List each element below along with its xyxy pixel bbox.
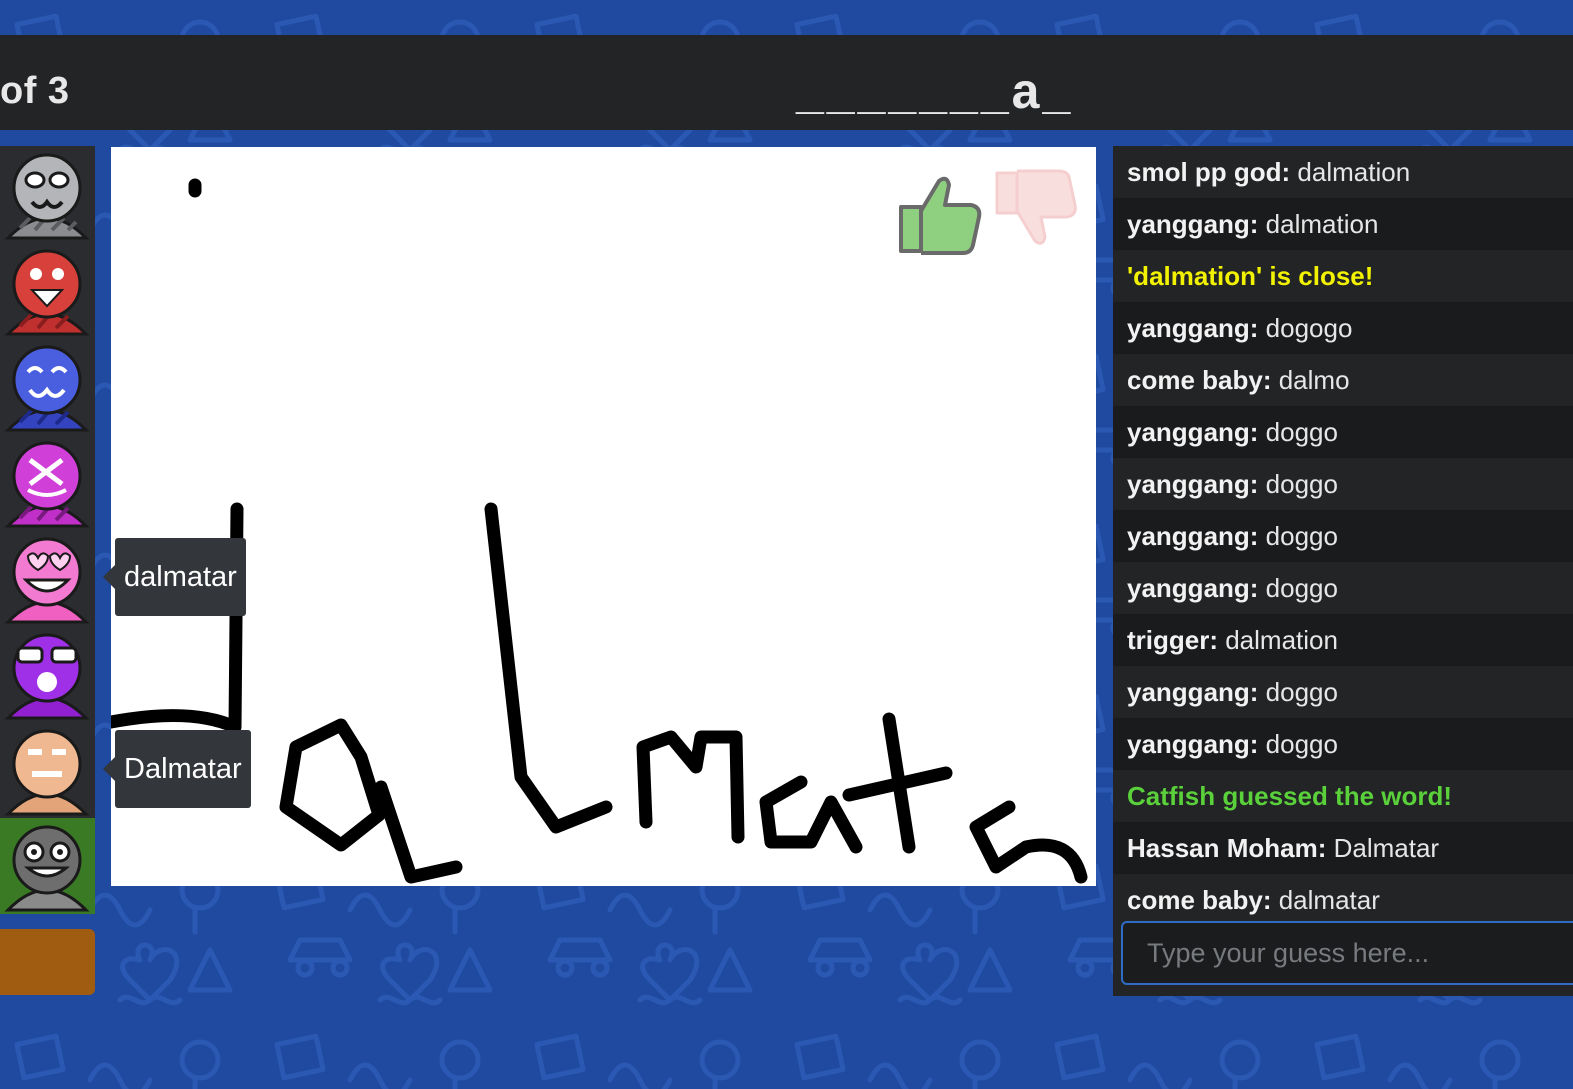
chat-message: yanggang: doggo: [1113, 562, 1573, 614]
player-5[interactable]: [0, 530, 95, 626]
chat-text: dalmo: [1271, 365, 1350, 395]
chat-author: smol pp god:: [1127, 157, 1291, 187]
chat-author: yanggang:: [1127, 729, 1259, 759]
chat-message: trigger: dalmation: [1113, 614, 1573, 666]
red-tongue-avatar-icon: [4, 249, 90, 336]
chat-message: come baby: dalmatar: [1113, 874, 1573, 926]
chat-author: trigger:: [1127, 625, 1218, 655]
chat-text: 'dalmation' is close!: [1127, 261, 1374, 291]
chat-text: Catfish guessed the word!: [1127, 781, 1453, 811]
chat-author: yanggang:: [1127, 209, 1259, 239]
chat-message: yanggang: doggo: [1113, 666, 1573, 718]
chat-text: dalmation: [1290, 157, 1411, 187]
chat-text: dogogo: [1258, 313, 1353, 343]
chat-text: doggo: [1258, 417, 1338, 447]
player-list: [0, 146, 95, 914]
chat-message: Catfish guessed the word!: [1113, 770, 1573, 822]
player-6[interactable]: [0, 626, 95, 722]
player-8[interactable]: [0, 818, 95, 914]
chat-panel: smol pp god: dalmation yanggang: dalmatio…: [1113, 146, 1573, 996]
chat-message: smol pp god: dalmation: [1113, 146, 1573, 198]
chat-author: come baby:: [1127, 365, 1272, 395]
chat-author: yanggang:: [1127, 417, 1259, 447]
stroke-m: [636, 730, 745, 844]
chat-message: yanggang: dogogo: [1113, 302, 1573, 354]
stroke-l: [484, 502, 613, 834]
stroke-a1: [279, 718, 463, 884]
chat-message-list: smol pp god: dalmation yanggang: dalmatio…: [1113, 146, 1573, 926]
stroke-a2: [759, 775, 863, 854]
chat-author: come baby:: [1127, 885, 1272, 915]
blue-cat-avatar-icon: [4, 345, 90, 432]
chat-author: Hassan Moham:: [1127, 833, 1327, 863]
chat-author: yanggang:: [1127, 469, 1259, 499]
chat-author: yanggang:: [1127, 677, 1259, 707]
chat-author: yanggang:: [1127, 521, 1259, 551]
chat-message: yanggang: dalmation: [1113, 198, 1573, 250]
tan-avatar-icon: [4, 729, 90, 816]
player-5-chat-bubble: dalmatar: [103, 538, 246, 616]
drawing-strokes: [111, 178, 1088, 884]
chat-author: yanggang:: [1127, 573, 1259, 603]
chat-text: doggo: [1258, 573, 1338, 603]
chat-message: yanggang: doggo: [1113, 458, 1573, 510]
player-7-chat-bubble: Dalmatar: [103, 730, 251, 808]
player-list-footer-button[interactable]: [0, 929, 95, 995]
guess-input[interactable]: [1121, 921, 1573, 985]
player-1[interactable]: [0, 146, 95, 242]
chat-text: dalmation: [1218, 625, 1338, 655]
chat-message: yanggang: doggo: [1113, 406, 1573, 458]
grey-cat-avatar-icon: [4, 153, 90, 240]
chat-text: doggo: [1258, 677, 1338, 707]
chat-message: 'dalmation' is close!: [1113, 250, 1573, 302]
player-2[interactable]: [0, 242, 95, 338]
round-counter: of 3: [0, 70, 70, 112]
chat-text: doggo: [1258, 729, 1338, 759]
chat-text: doggo: [1258, 521, 1338, 551]
chat-text: dalmation: [1258, 209, 1379, 239]
pink-heart-eyes-avatar-icon: [4, 537, 90, 624]
chat-message: come baby: dalmo: [1113, 354, 1573, 406]
chat-message: yanggang: doggo: [1113, 718, 1573, 770]
player-3[interactable]: [0, 338, 95, 434]
stroke-a3: [969, 800, 1088, 884]
chat-message: yanggang: doggo: [1113, 510, 1573, 562]
chat-author: yanggang:: [1127, 313, 1259, 343]
purple-sunglasses-avatar-icon: [4, 633, 90, 720]
thumbs-up-icon[interactable]: [895, 167, 985, 257]
stroke-t: [842, 712, 953, 854]
word-hint: _______a_: [796, 63, 1074, 119]
chat-text: dalmatar: [1271, 885, 1380, 915]
player-4[interactable]: [0, 434, 95, 530]
purple-dizzy-avatar-icon: [4, 441, 90, 528]
game-header-bar: of 3 _______a_: [0, 35, 1573, 130]
chat-text: doggo: [1258, 469, 1338, 499]
thumbs-down-icon[interactable]: [991, 167, 1081, 257]
player-7[interactable]: [0, 722, 95, 818]
chat-message: Hassan Moham: Dalmatar: [1113, 822, 1573, 874]
chat-text: Dalmatar: [1326, 833, 1440, 863]
gray-grin-avatar-icon: [4, 825, 90, 912]
drawing-canvas[interactable]: [111, 147, 1096, 886]
